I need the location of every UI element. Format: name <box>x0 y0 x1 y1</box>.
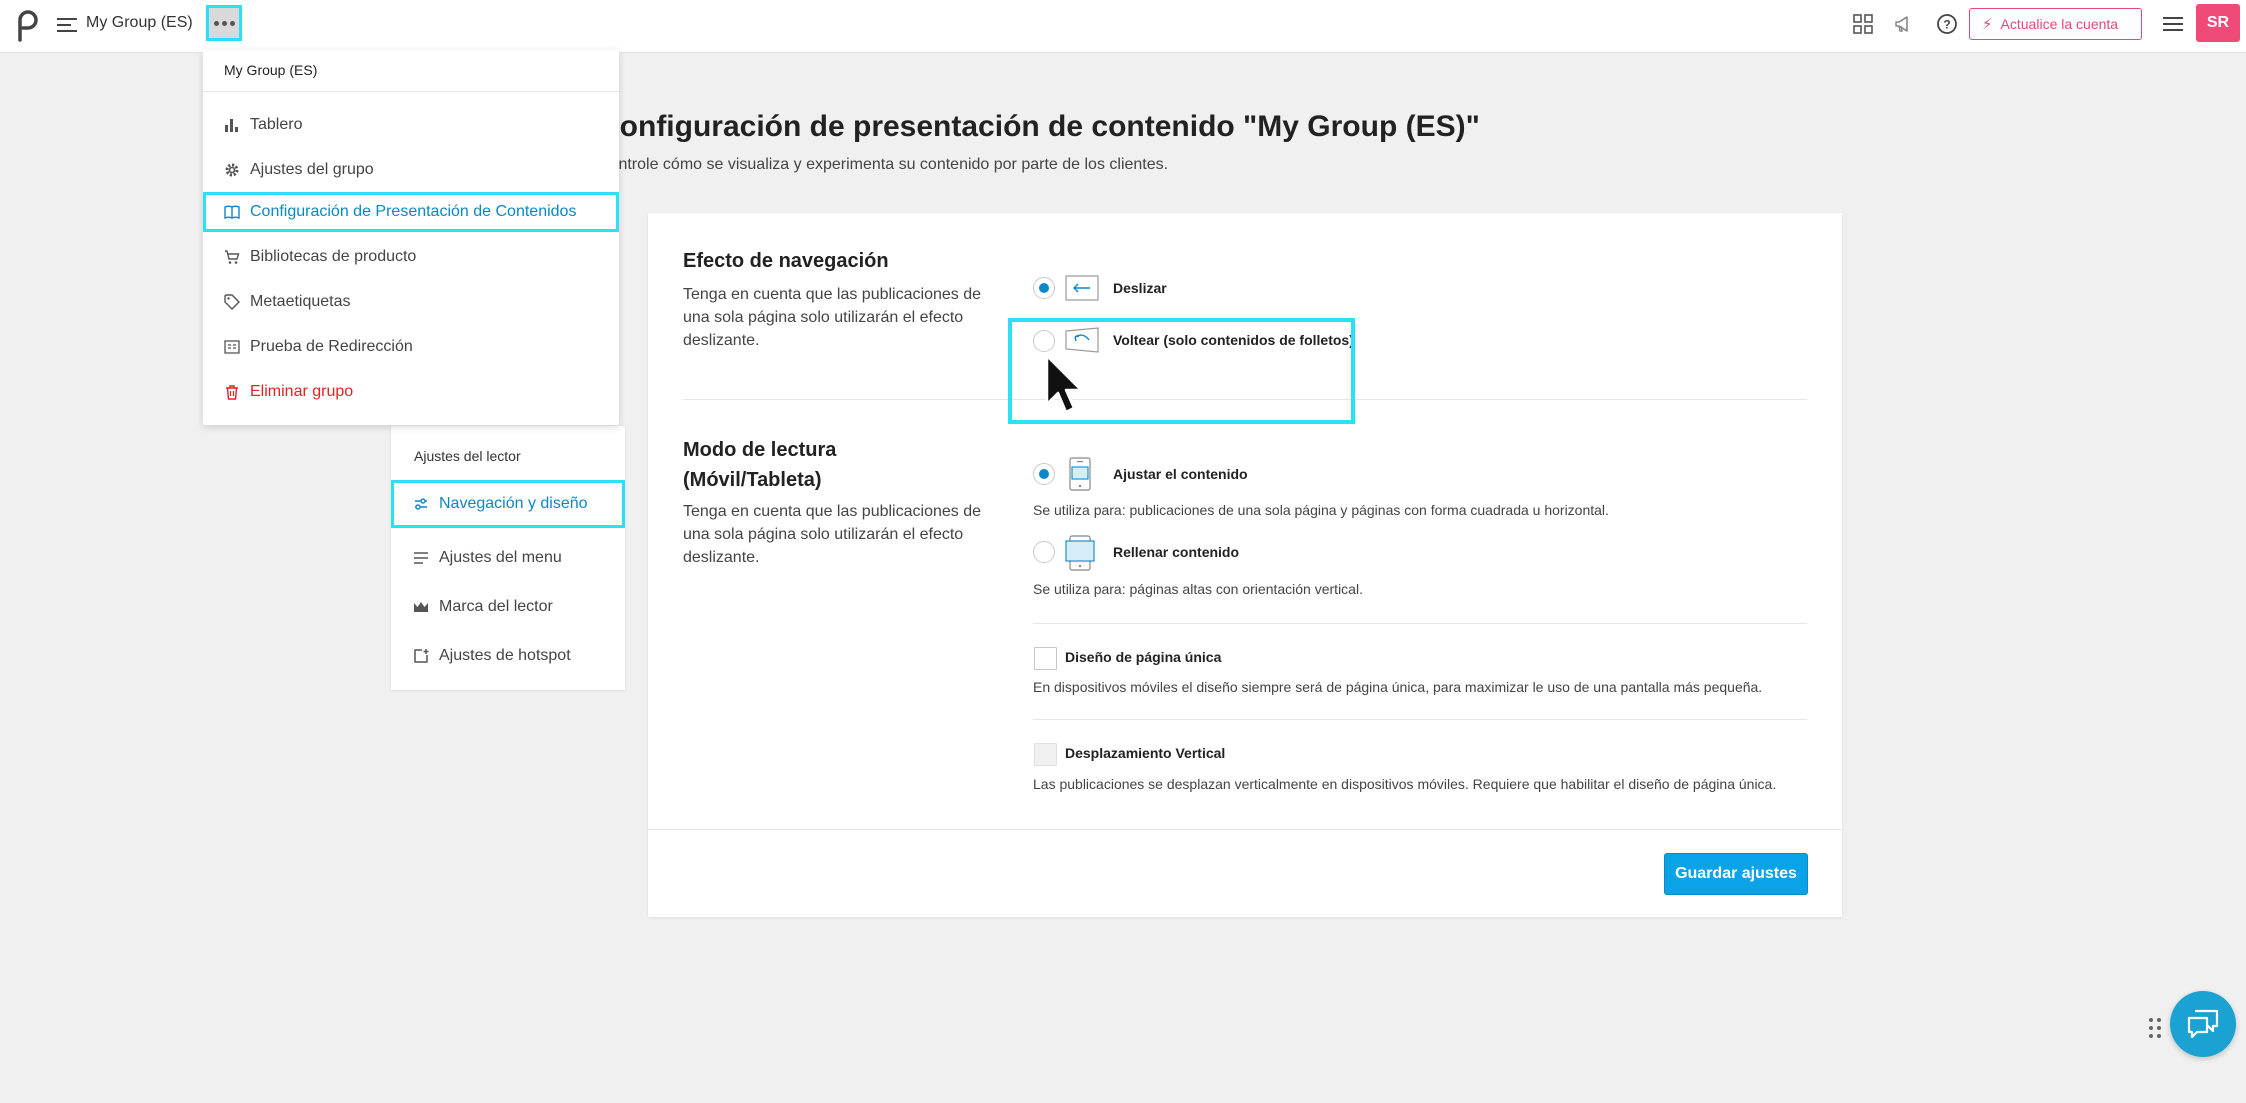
menu-item-label: Prueba de Redirección <box>250 338 413 355</box>
sidenav-title: Ajustes del lector <box>414 448 521 464</box>
crown-icon <box>413 599 429 615</box>
lightning-icon: ⚡ <box>1982 16 1993 33</box>
group-name[interactable]: My Group (ES) <box>86 14 193 32</box>
sliders-icon <box>413 496 429 512</box>
sidenav-item-label: Ajustes de hotspot <box>439 647 571 664</box>
megaphone-icon[interactable] <box>1893 12 1917 36</box>
fill-content-help: Se utiliza para: páginas altas con orien… <box>1033 581 1363 597</box>
radio-fit-content[interactable] <box>1033 463 1055 485</box>
avatar[interactable]: SR <box>2196 4 2240 42</box>
menu-item-meta-tags[interactable]: Metaetiquetas <box>203 281 619 323</box>
reading-mode-title: Modo de lectura (Móvil/Tableta) <box>683 439 837 491</box>
menu-item-label: Tablero <box>250 116 303 133</box>
upgrade-account-button[interactable]: ⚡ Actualice la cuenta <box>1969 8 2142 40</box>
page-title: Configuración de presentación de conteni… <box>598 110 1480 143</box>
cart-icon <box>224 249 240 265</box>
mouse-cursor-icon <box>1045 354 1083 414</box>
sidenav-item-reader-brand[interactable]: Marca del lector <box>391 583 625 631</box>
phone-fill-icon <box>1065 535 1095 571</box>
book-icon <box>224 204 240 220</box>
reader-settings-nav: Ajustes del lector Navegación y diseño A… <box>391 426 625 690</box>
main-menu-icon[interactable] <box>2161 12 2185 36</box>
menu-item-dashboard[interactable]: Tablero <box>203 104 619 146</box>
menu-item-label: Ajustes del grupo <box>250 161 374 178</box>
chat-icon <box>2187 1009 2219 1039</box>
menu-item-delete-group[interactable]: Eliminar grupo <box>203 371 619 413</box>
page-subtitle: Controle cómo se visualiza y experimenta… <box>598 156 1169 173</box>
vertical-scroll-label: Desplazamiento Vertical <box>1065 745 1226 761</box>
slide-option-label[interactable]: Deslizar <box>1113 280 1167 296</box>
lines-icon <box>413 550 429 566</box>
dropdown-header: My Group (ES) <box>203 50 619 92</box>
options-divider <box>1033 623 1807 624</box>
hotspot-icon <box>413 648 429 664</box>
svg-text:?: ? <box>1943 18 1950 32</box>
menu-item-label: Bibliotecas de producto <box>250 248 417 265</box>
upgrade-label: Actualice la cuenta <box>2000 16 2119 32</box>
footer-divider <box>648 829 1842 830</box>
save-settings-button[interactable]: Guardar ajustes <box>1664 853 1808 895</box>
redirect-icon <box>224 339 240 355</box>
sidenav-item-label: Marca del lector <box>439 598 553 615</box>
slide-effect-icon <box>1065 275 1099 301</box>
radio-slide[interactable] <box>1033 277 1055 299</box>
single-page-checkbox[interactable] <box>1034 647 1057 670</box>
top-bar: My Group (ES) ? ⚡ Actualice la cuenta SR <box>0 0 2246 53</box>
apps-grid-icon[interactable] <box>1851 12 1875 36</box>
drag-handle-icon[interactable] <box>2148 1017 2162 1039</box>
single-page-label[interactable]: Diseño de página única <box>1065 649 1221 665</box>
sidenav-item-hotspot-settings[interactable]: Ajustes de hotspot <box>391 632 625 680</box>
sidenav-item-navigation-design[interactable]: Navegación y diseño <box>391 480 625 528</box>
sidenav-item-menu-settings[interactable]: Ajustes del menu <box>391 534 625 582</box>
help-icon[interactable]: ? <box>1935 12 1959 36</box>
vertical-scroll-checkbox[interactable] <box>1034 743 1057 766</box>
navigation-effect-description: Tenga en cuenta que las publicaciones de… <box>683 286 981 349</box>
tag-icon <box>224 294 240 310</box>
phone-fit-icon <box>1069 457 1091 491</box>
menu-item-label: Metaetiquetas <box>250 293 351 310</box>
fill-content-label[interactable]: Rellenar contenido <box>1113 544 1239 560</box>
sidenav-item-label: Navegación y diseño <box>439 495 588 512</box>
menu-item-content-presentation[interactable]: Configuración de Presentación de Conteni… <box>203 192 619 232</box>
group-options-dropdown: My Group (ES) Tablero Ajustes del grupo … <box>203 50 619 425</box>
menu-item-group-settings[interactable]: Ajustes del grupo <box>203 149 619 191</box>
reading-mode-description: Tenga en cuenta que las publicaciones de… <box>683 503 981 566</box>
sidenav-item-label: Ajustes del menu <box>439 549 562 566</box>
menu-item-redirect-test[interactable]: Prueba de Redirección <box>203 326 619 368</box>
bar-chart-icon <box>224 117 240 133</box>
logo-icon[interactable] <box>14 10 40 42</box>
single-page-help: En dispositivos móviles el diseño siempr… <box>1033 679 1763 695</box>
fit-content-label[interactable]: Ajustar el contenido <box>1113 466 1248 482</box>
options-divider <box>1033 719 1807 720</box>
chat-button[interactable] <box>2170 991 2236 1057</box>
radio-fill-content[interactable] <box>1033 541 1055 563</box>
menu-item-product-libraries[interactable]: Bibliotecas de producto <box>203 236 619 278</box>
trash-icon <box>224 384 240 400</box>
menu-item-label: Configuración de Presentación de Conteni… <box>250 203 577 220</box>
fit-content-help: Se utiliza para: publicaciones de una so… <box>1033 502 1609 518</box>
vertical-scroll-help: Las publicaciones se desplazan verticalm… <box>1033 776 1777 792</box>
gear-icon <box>224 162 240 178</box>
more-options-button[interactable] <box>206 5 242 41</box>
menu-item-label: Eliminar grupo <box>250 383 354 400</box>
hamburger-icon[interactable] <box>55 13 79 37</box>
navigation-effect-title: Efecto de navegación <box>683 250 889 272</box>
